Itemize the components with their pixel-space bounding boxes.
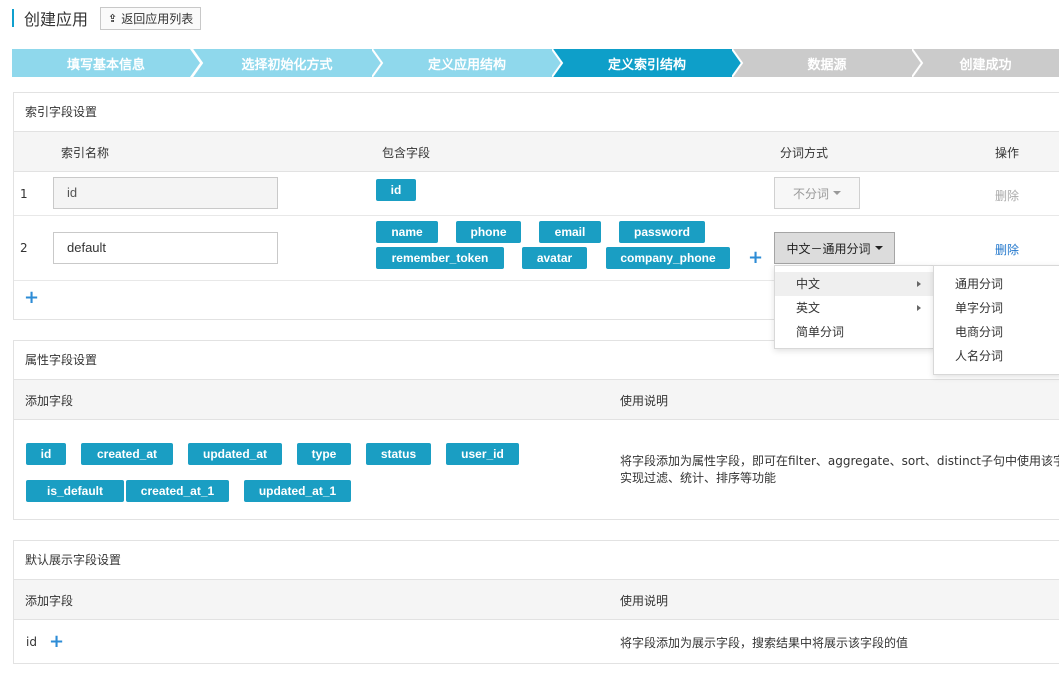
- caret-down-icon: [874, 246, 883, 250]
- attr-field-tag[interactable]: created_at: [81, 443, 173, 465]
- page-title: 创建应用: [24, 10, 89, 29]
- field-tag[interactable]: id: [376, 179, 416, 201]
- analyzer-select[interactable]: 不分词: [774, 177, 860, 209]
- col-add-field: 添加字段: [25, 594, 74, 608]
- col-action: 操作: [995, 146, 1020, 160]
- index-table-header: 索引名称 包含字段 分词方式 操作: [14, 132, 1059, 172]
- field-tag[interactable]: email: [539, 221, 601, 243]
- col-usage: 使用说明: [620, 394, 669, 408]
- step-2-label: 选择初始化方式: [241, 57, 333, 73]
- submenu-arrow-icon: [917, 305, 921, 311]
- index-name-input[interactable]: default: [53, 232, 278, 264]
- step-5: 数据源: [732, 49, 922, 77]
- field-tag[interactable]: phone: [456, 221, 521, 243]
- step-4-active: 定义索引结构: [552, 49, 742, 77]
- step-4-label: 定义索引结构: [607, 57, 686, 73]
- step-3-label: 定义应用结构: [427, 57, 506, 73]
- analyzer-value: 中文－通用分词: [786, 241, 871, 256]
- back-to-app-list-button[interactable]: ⇪ 返回应用列表: [100, 6, 202, 30]
- menu-item-chinese[interactable]: 中文: [775, 272, 933, 296]
- step-2: 选择初始化方式: [192, 49, 382, 77]
- caret-down-icon: [833, 191, 841, 195]
- index-row: 1 id id 不分词 删除: [14, 172, 1059, 216]
- step-1-label: 填写基本信息: [66, 57, 145, 73]
- menu-item-label: 英文: [796, 301, 821, 315]
- col-add-field: 添加字段: [25, 394, 74, 408]
- back-button-label: 返回应用列表: [121, 11, 194, 26]
- step-6-label: 创建成功: [959, 57, 1012, 73]
- add-index-plus-icon[interactable]: +: [24, 289, 39, 307]
- attr-field-tag[interactable]: status: [366, 443, 431, 465]
- attr-field-tag[interactable]: created_at_1: [126, 480, 229, 502]
- display-field-id: id: [26, 635, 37, 649]
- delete-link[interactable]: 删除: [995, 187, 1019, 204]
- attribute-field-panel: 属性字段设置 添加字段 使用说明 id created_at updated_a…: [13, 340, 1059, 520]
- step-1: 填写基本信息: [12, 49, 200, 77]
- add-field-plus-icon[interactable]: +: [748, 249, 763, 267]
- col-usage: 使用说明: [620, 594, 669, 608]
- field-tag[interactable]: name: [376, 221, 438, 243]
- row-index: 1: [20, 187, 28, 201]
- submenu-arrow-icon: [917, 281, 921, 287]
- step-3: 定义应用结构: [372, 49, 562, 77]
- attr-field-tag[interactable]: id: [26, 443, 66, 465]
- attr-usage-line-1: 将字段添加为属性字段，即可在filter、aggregate、sort、dist…: [620, 454, 1059, 468]
- field-tag[interactable]: company_phone: [606, 247, 730, 269]
- wizard-steps: 填写基本信息 选择初始化方式 定义应用结构 定义索引结构 数据源 创建成功: [12, 49, 1059, 77]
- col-analyzer: 分词方式: [780, 146, 829, 160]
- attr-field-tag[interactable]: type: [297, 443, 351, 465]
- index-panel-title: 索引字段设置: [14, 93, 1059, 132]
- col-index-name: 索引名称: [61, 146, 110, 160]
- col-fields: 包含字段: [382, 146, 431, 160]
- analyzer-value: 不分词: [792, 186, 829, 201]
- display-panel-title: 默认展示字段设置: [14, 541, 1059, 580]
- attr-field-tag[interactable]: updated_at_1: [244, 480, 351, 502]
- attr-field-tag[interactable]: user_id: [446, 443, 519, 465]
- field-tag[interactable]: password: [619, 221, 705, 243]
- attr-table-header: 添加字段 使用说明: [14, 380, 1059, 420]
- attr-field-tag[interactable]: is_default: [26, 480, 124, 502]
- attr-usage-text: 将字段添加为属性字段，即可在filter、aggregate、sort、dist…: [620, 453, 1059, 487]
- analyzer-select[interactable]: 中文－通用分词: [774, 232, 895, 264]
- analyzer-submenu: 通用分词 单字分词 电商分词 人名分词: [933, 265, 1059, 375]
- field-tag[interactable]: avatar: [522, 247, 587, 269]
- submenu-item-ecommerce[interactable]: 电商分词: [934, 320, 1059, 344]
- index-name-input[interactable]: id: [53, 177, 278, 209]
- step-6: 创建成功: [912, 49, 1059, 77]
- upload-arrow-icon: ⇪: [108, 11, 118, 25]
- menu-item-simple[interactable]: 简单分词: [775, 320, 933, 344]
- menu-item-english[interactable]: 英文: [775, 296, 933, 320]
- display-usage-text: 将字段添加为展示字段，搜索结果中将展示该字段的值: [620, 636, 909, 650]
- delete-link[interactable]: 删除: [995, 241, 1019, 258]
- menu-item-label: 简单分词: [796, 325, 845, 339]
- menu-item-label: 中文: [796, 277, 821, 291]
- submenu-item-general[interactable]: 通用分词: [934, 272, 1059, 296]
- attr-field-tag[interactable]: updated_at: [188, 443, 282, 465]
- attr-usage-line-2: 实现过滤、统计、排序等功能: [620, 471, 777, 485]
- field-tag[interactable]: remember_token: [376, 247, 504, 269]
- row-index: 2: [20, 241, 28, 255]
- display-field-panel: 默认展示字段设置 添加字段 使用说明 id + 将字段添加为展示字段，搜索结果中…: [13, 540, 1059, 664]
- step-5-label: 数据源: [807, 57, 847, 73]
- page-header: 创建应用 ⇪ 返回应用列表: [12, 6, 202, 30]
- add-display-field-plus-icon[interactable]: +: [49, 633, 64, 651]
- submenu-item-single-char[interactable]: 单字分词: [934, 296, 1059, 320]
- display-table-header: 添加字段 使用说明: [14, 580, 1059, 620]
- submenu-item-person-name[interactable]: 人名分词: [934, 344, 1059, 368]
- analyzer-dropdown-menu: 中文 英文 简单分词: [774, 265, 934, 349]
- title-accent-bar: [12, 9, 14, 27]
